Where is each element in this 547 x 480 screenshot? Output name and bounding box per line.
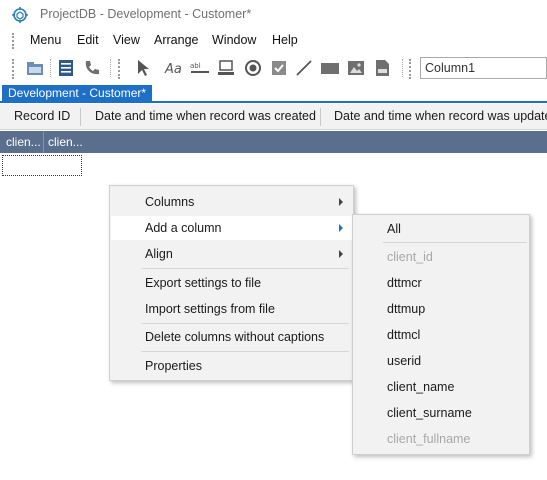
menu-separator <box>141 323 349 324</box>
menu-separator <box>383 242 527 243</box>
grid-column-header[interactable]: clien... <box>2 131 44 153</box>
grid-column-header[interactable]: clien... <box>44 131 86 153</box>
submenu-item-label: dttmcr <box>387 276 422 290</box>
menu-item-import-settings[interactable]: Import settings from file <box>111 297 352 321</box>
submenu-item-dttmup[interactable]: dttmup <box>354 297 528 321</box>
menu-item-export-settings[interactable]: Export settings to file <box>111 271 352 295</box>
menu-separator <box>141 351 349 352</box>
submenu-item-label: client_id <box>387 250 433 264</box>
submenu-item-client-fullname: client_fullname <box>354 427 528 451</box>
edit-field-icon[interactable]: abl <box>190 58 210 78</box>
label-text-icon[interactable]: Aa <box>164 58 184 78</box>
toolbar-separator <box>50 59 51 77</box>
line-icon[interactable] <box>294 58 314 78</box>
menubar-grip[interactable] <box>12 33 14 49</box>
menu-item-align[interactable]: Align <box>111 242 352 266</box>
menu-edit[interactable]: Edit <box>77 33 99 47</box>
caption-record-id[interactable]: Record ID <box>14 109 70 123</box>
app-logo-icon <box>12 7 28 23</box>
submenu-item-label: dttmup <box>387 302 426 316</box>
checkbox-icon[interactable] <box>269 58 289 78</box>
submenu-item-userid[interactable]: userid <box>354 349 528 373</box>
submenu-item-label: client_surname <box>387 406 472 420</box>
toolbar-grip[interactable] <box>409 59 411 79</box>
menu-item-label: Import settings from file <box>145 302 275 316</box>
menu-item-label: Properties <box>145 359 202 373</box>
toolbar-separator <box>110 59 111 77</box>
chevron-right-icon <box>339 224 343 232</box>
menu-item-delete-columns[interactable]: Delete columns without captions <box>111 325 352 349</box>
svg-text:abl: abl <box>190 62 201 70</box>
grid-header: clien... clien... <box>0 131 547 153</box>
submenu-item-client-surname[interactable]: client_surname <box>354 401 528 425</box>
menu-separator <box>141 268 349 269</box>
menu-item-label: Columns <box>145 195 195 209</box>
tab-development-customer[interactable]: Development - Customer* <box>2 85 153 102</box>
submenu-item-client-id: client_id <box>354 245 528 269</box>
menu-item-properties[interactable]: Properties <box>111 354 352 378</box>
title-bar: ProjectDB - Development - Customer* <box>0 0 547 30</box>
submenu-item-dttmcr[interactable]: dttmcr <box>354 271 528 295</box>
rectangle-icon[interactable] <box>320 58 340 78</box>
column-select-value: Column1 <box>425 61 476 75</box>
tab-underline <box>0 101 547 103</box>
caption-updated[interactable]: Date and time when record was updated <box>334 109 547 123</box>
list-icon[interactable] <box>56 58 76 78</box>
context-menu: Columns Add a column Align Export settin… <box>109 185 354 381</box>
menu-item-add-column[interactable]: Add a column <box>111 216 352 240</box>
keyboard-icon[interactable] <box>216 58 236 78</box>
chevron-right-icon <box>339 250 343 258</box>
caption-created[interactable]: Date and time when record was created <box>95 109 316 123</box>
chevron-right-icon <box>339 198 343 206</box>
menu-view[interactable]: View <box>113 33 140 47</box>
submenu-item-dttmcl[interactable]: dttmcl <box>354 323 528 347</box>
menu-item-label: Export settings to file <box>145 276 262 290</box>
selected-cell[interactable] <box>2 155 82 176</box>
submenu-item-all[interactable]: All <box>354 217 528 241</box>
caption-separator <box>80 108 81 126</box>
menu-item-label: Delete columns without captions <box>145 330 325 344</box>
submenu-item-label: client_fullname <box>387 432 471 446</box>
menu-item-columns[interactable]: Columns <box>111 190 352 214</box>
submenu-item-label: client_name <box>387 380 455 394</box>
menu-arrange[interactable]: Arrange <box>154 33 198 47</box>
add-column-submenu: All client_id dttmcr dttmup dttmcl useri… <box>352 214 530 455</box>
open-icon[interactable] <box>25 58 45 78</box>
submenu-item-label: userid <box>387 354 422 368</box>
column-captions: Record ID Date and time when record was … <box>0 104 547 130</box>
image-icon[interactable] <box>346 58 366 78</box>
radio-icon[interactable] <box>243 58 263 78</box>
file-icon[interactable] <box>372 58 392 78</box>
menu-window[interactable]: Window <box>212 33 256 47</box>
menu-help[interactable]: Help <box>272 33 298 47</box>
submenu-item-label: All <box>387 222 401 236</box>
pointer-icon[interactable] <box>133 58 153 78</box>
toolbar-grip[interactable] <box>12 59 14 79</box>
submenu-item-label: dttmcl <box>387 328 421 342</box>
svg-text:Aa: Aa <box>164 62 182 77</box>
submenu-item-client-name[interactable]: client_name <box>354 375 528 399</box>
toolbar-separator <box>402 59 403 77</box>
caption-separator <box>320 108 321 126</box>
phone-icon[interactable] <box>82 58 102 78</box>
column-select[interactable]: Column1 <box>420 57 547 79</box>
menu-item-label: Add a column <box>145 221 222 235</box>
toolbar-grip[interactable] <box>118 59 120 79</box>
menu-bar: Menu Edit View Arrange Window Help <box>0 30 547 52</box>
menu-menu[interactable]: Menu <box>30 33 61 47</box>
menu-item-label: Align <box>145 247 173 261</box>
window-title: ProjectDB - Development - Customer* <box>40 7 252 21</box>
